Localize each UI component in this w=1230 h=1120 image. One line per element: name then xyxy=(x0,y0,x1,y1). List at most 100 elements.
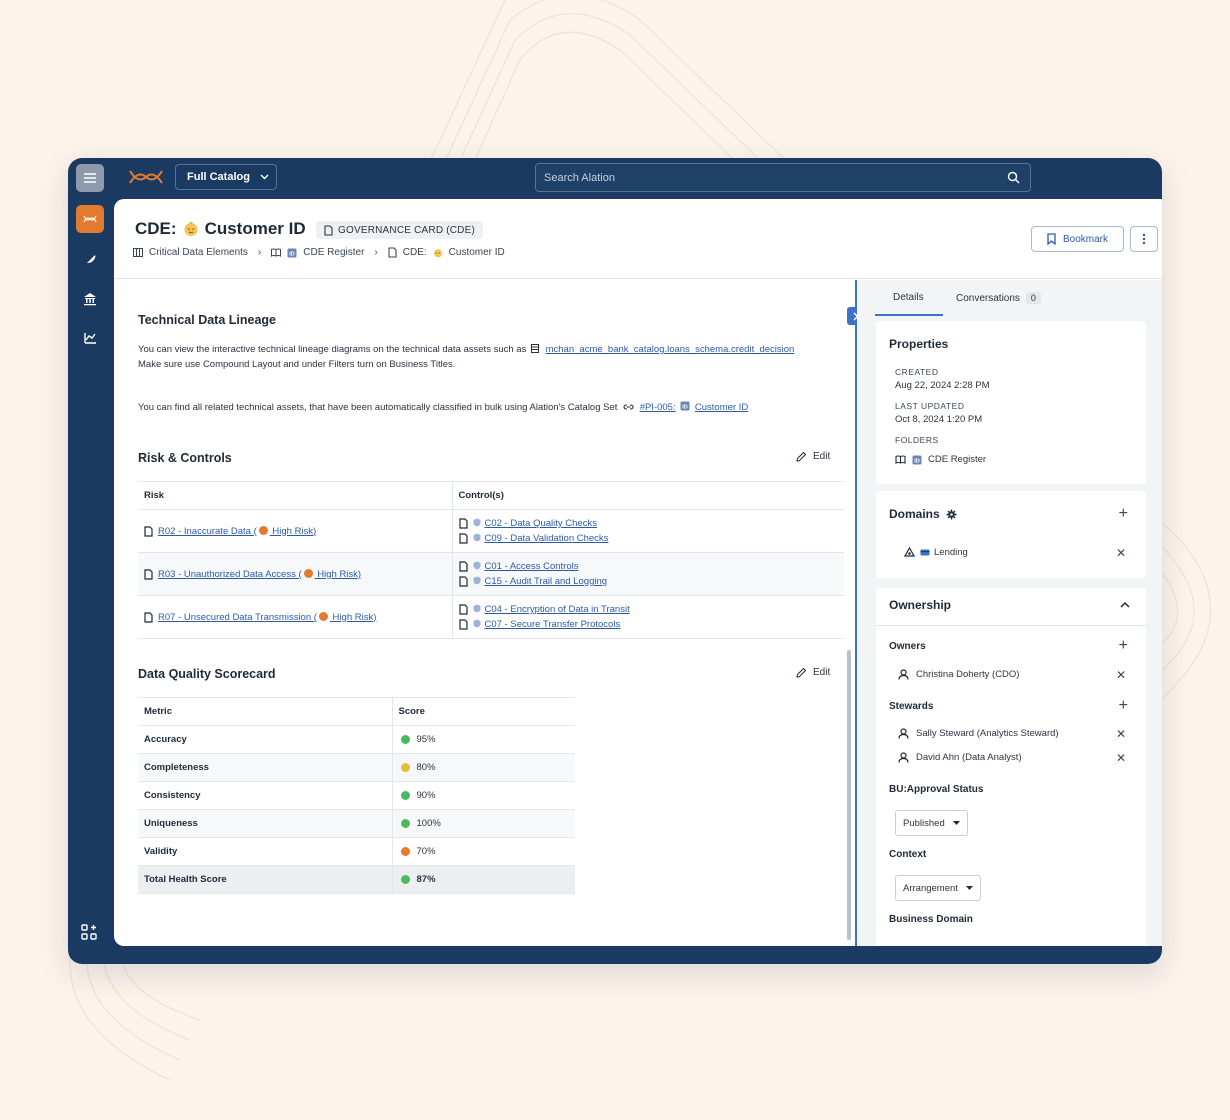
control-link[interactable]: C07 - Secure Transfer Protocols xyxy=(473,617,621,632)
catalog-set-link[interactable]: #PI-005: xyxy=(640,402,676,413)
catalog-button[interactable] xyxy=(76,285,104,313)
score-status-dot xyxy=(400,819,410,828)
score-cell: 87% xyxy=(391,865,575,894)
user-icon xyxy=(898,728,909,739)
lineage-title: Technical Data Lineage xyxy=(138,313,277,327)
risk-edit-button[interactable]: Edit xyxy=(796,451,830,462)
control-link-text: C15 - Audit Trail and Logging xyxy=(484,576,608,587)
home-button[interactable] xyxy=(76,205,104,233)
control-link-text: C07 - Secure Transfer Protocols xyxy=(484,619,621,630)
search-input[interactable]: Search Alation xyxy=(535,163,1031,192)
controls-cell: C01 - Access Controls C15 - Audit Trail … xyxy=(451,552,844,596)
score-value: 90% xyxy=(416,790,436,801)
control-link[interactable]: C09 - Data Validation Checks xyxy=(473,531,609,546)
conversations-count-badge: 0 xyxy=(1025,292,1041,304)
context-select[interactable]: Arrangement xyxy=(895,875,981,901)
dq-edit-button[interactable]: Edit xyxy=(796,667,830,678)
id-card-icon: ID xyxy=(912,455,922,464)
control-link-text: C01 - Access Controls xyxy=(484,561,579,572)
breadcrumb-customer-id[interactable]: Customer ID xyxy=(449,247,505,258)
table-row: R07 - Unsecured Data Transmission ( High… xyxy=(138,595,844,639)
apps-button[interactable] xyxy=(80,923,98,946)
lineage-table-link[interactable]: mchan_acme_bank_catalog.loans_schema.cre… xyxy=(546,344,795,355)
analytics-button[interactable] xyxy=(76,324,104,352)
business-domain-label: Business Domain xyxy=(889,914,973,925)
controls-cell: C04 - Encryption of Data in Transit C07 … xyxy=(451,595,844,639)
bookmark-label: Bookmark xyxy=(1062,233,1108,245)
control-link[interactable]: C01 - Access Controls xyxy=(473,559,579,574)
control-link[interactable]: C02 - Data Quality Checks xyxy=(473,516,597,531)
remove-owner-icon[interactable]: ✕ xyxy=(1116,668,1126,682)
risk-table: Risk Control(s) R02 - Inaccurate Data ( … xyxy=(138,481,844,639)
book-icon xyxy=(895,455,906,464)
score-status-dot xyxy=(400,791,410,800)
remove-steward-icon[interactable]: ✕ xyxy=(1116,751,1126,765)
domains-card: Domains + Lending ✕ xyxy=(876,491,1146,578)
ownership-card: Ownership Owners + Christina Doherty (CD… xyxy=(876,588,1146,946)
control-link[interactable]: C15 - Audit Trail and Logging xyxy=(473,574,608,589)
customer-id-link[interactable]: Customer ID xyxy=(695,402,748,413)
compose-button[interactable] xyxy=(76,246,104,274)
pencil-icon xyxy=(796,667,807,678)
content-scrollbar[interactable] xyxy=(847,650,851,940)
dq-edit-label: Edit xyxy=(813,667,831,678)
steward-item[interactable]: Sally Steward (Analytics Steward) ✕ xyxy=(898,727,1133,741)
remove-domain-icon[interactable]: ✕ xyxy=(1116,546,1126,560)
risk-link-r07[interactable]: R07 - Unsecured Data Transmission ( High… xyxy=(158,610,376,625)
score-cell: 95% xyxy=(391,725,575,754)
shield-icon xyxy=(473,533,480,542)
risk-link-r02[interactable]: R02 - Inaccurate Data ( High Risk) xyxy=(158,524,316,539)
domains-title-label: Domains xyxy=(889,507,940,521)
catalog-selector-label: Full Catalog xyxy=(187,171,250,183)
control-link[interactable]: C04 - Encryption of Data in Transit xyxy=(473,602,630,617)
score-value: 100% xyxy=(416,818,441,829)
apps-grid-icon xyxy=(81,924,97,940)
chart-icon xyxy=(84,333,96,344)
user-icon xyxy=(898,669,909,680)
alation-logo[interactable] xyxy=(128,168,164,191)
control-link-text: C09 - Data Validation Checks xyxy=(484,533,609,544)
table-header-row: Metric Score xyxy=(138,697,575,726)
score-cell: 100% xyxy=(391,809,575,838)
owner-item[interactable]: Christina Doherty (CDO) ✕ xyxy=(898,668,1133,682)
table-row-total: Total Health Score 87% xyxy=(138,865,575,894)
score-status-dot xyxy=(400,735,410,744)
breadcrumb-critical-data-elements[interactable]: Critical Data Elements xyxy=(149,247,248,258)
approval-status-label: BU:Approval Status xyxy=(889,784,984,795)
add-domain-button[interactable]: + xyxy=(1119,506,1128,522)
bookmark-button[interactable]: Bookmark xyxy=(1031,226,1124,252)
add-steward-button[interactable]: + xyxy=(1119,698,1128,714)
domains-title: Domains xyxy=(889,507,957,521)
credit-card-icon xyxy=(920,549,930,556)
id-card-icon: ID xyxy=(287,248,297,257)
breadcrumb-cde-prefix[interactable]: CDE: xyxy=(403,247,427,258)
approval-status-select[interactable]: Published xyxy=(895,810,968,836)
gear-icon xyxy=(946,509,957,519)
risk-link-r03[interactable]: R03 - Unauthorized Data Access ( High Ri… xyxy=(158,567,361,582)
remove-steward-icon[interactable]: ✕ xyxy=(1116,727,1126,741)
catalog-selector[interactable]: Full Catalog xyxy=(175,164,277,190)
add-owner-button[interactable]: + xyxy=(1119,638,1128,654)
shield-icon xyxy=(473,604,480,613)
left-nav-rail xyxy=(68,158,112,964)
risk-link-text: R07 - Unsecured Data Transmission ( xyxy=(158,611,317,623)
table-icon xyxy=(530,344,539,353)
search-placeholder: Search Alation xyxy=(544,171,615,184)
breadcrumb-cde-register[interactable]: CDE Register xyxy=(303,247,364,258)
alation-logo-icon xyxy=(83,215,97,223)
folder-item[interactable]: ID CDE Register xyxy=(895,454,986,465)
chevron-up-icon[interactable] xyxy=(1120,601,1130,608)
app-window: Full Catalog Search Alation CDE: Custome… xyxy=(68,158,1162,964)
menu-button[interactable] xyxy=(76,164,104,192)
tab-conversations[interactable]: Conversations 0 xyxy=(956,292,1041,304)
domain-item[interactable]: Lending ✕ xyxy=(904,546,1133,560)
tab-details[interactable]: Details xyxy=(893,292,924,303)
column-header-controls: Control(s) xyxy=(451,481,844,510)
steward-item[interactable]: David Ahn (Data Analyst) ✕ xyxy=(898,751,1133,765)
more-options-button[interactable] xyxy=(1130,226,1158,252)
metric-cell: Accuracy xyxy=(138,725,392,754)
breadcrumb: Critical Data Elements › ID CDE Register… xyxy=(133,247,505,258)
risk-cell: R03 - Unauthorized Data Access ( High Ri… xyxy=(138,552,452,596)
ownership-divider xyxy=(876,625,1146,626)
lineage-paragraph-1: You can view the interactive technical l… xyxy=(138,342,848,372)
